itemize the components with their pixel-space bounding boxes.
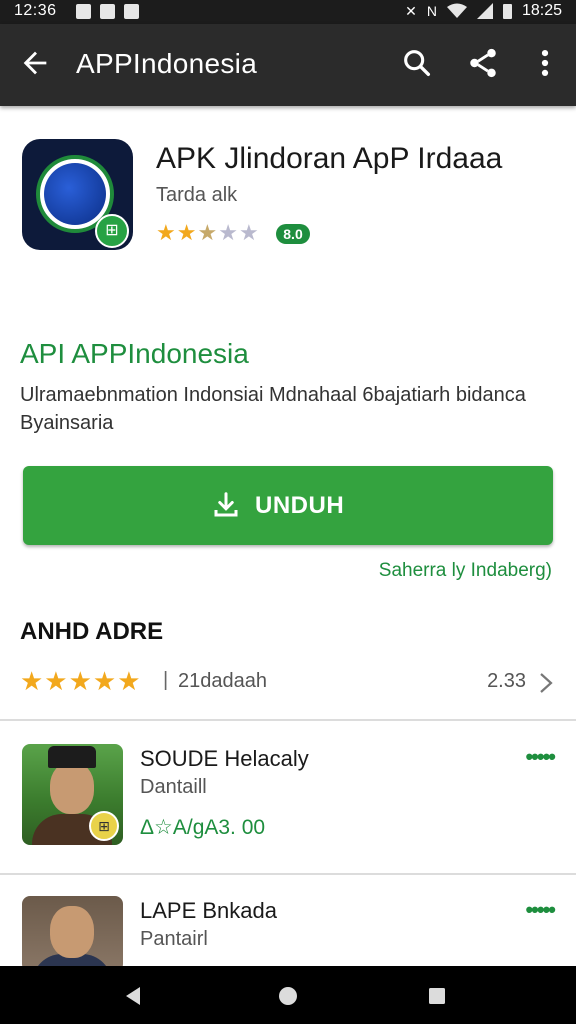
app-rating-stars: ★★★★★ (156, 220, 260, 246)
list-item-menu-icon[interactable]: ••••• (525, 897, 555, 923)
person-face (50, 762, 94, 814)
chevron-right-icon[interactable] (538, 672, 554, 694)
status-bar: 12:36 ✕ N 18:25 (0, 0, 576, 24)
app-developer[interactable]: Tarda alk (156, 184, 237, 207)
list-item-menu-icon[interactable]: ••••• (525, 744, 555, 770)
list-item-subtitle: Dantaill (140, 776, 207, 798)
section-heading: API APPIndonesia (20, 338, 249, 369)
app-icon: ⊞ (22, 139, 133, 250)
divider (0, 719, 576, 721)
toolbar-title: APPIndonesia (76, 48, 258, 79)
bluetooth-icon: ✕ (405, 2, 417, 19)
status-time: 12:36 (14, 2, 57, 19)
navigation-bar (0, 966, 576, 1024)
list-item-thumbnail[interactable] (22, 896, 123, 972)
reviews-count: 21dadaah (178, 670, 267, 692)
nav-recents-icon[interactable] (426, 985, 448, 1007)
search-icon[interactable] (400, 46, 434, 80)
download-icon (214, 492, 238, 517)
person-face (50, 906, 94, 958)
notification-icon (100, 4, 115, 19)
notification-icon (76, 4, 91, 19)
star-icon: ★ (238, 220, 260, 245)
battery-icon (502, 3, 512, 19)
install-button[interactable]: UNDUH (23, 466, 553, 545)
share-icon[interactable] (466, 46, 500, 80)
nav-home-icon[interactable] (277, 985, 299, 1007)
divider (0, 873, 576, 875)
app-toolbar: APPIndonesia (0, 24, 576, 106)
app-title: APK Jlindoran ApP Irdaaa (156, 142, 503, 175)
back-arrow-icon[interactable] (18, 46, 52, 80)
star-icon: ★ (218, 220, 239, 245)
list-item-price: Δ☆A/gA3. 00 (140, 816, 266, 839)
nav-back-icon[interactable] (122, 985, 144, 1007)
secondary-link[interactable]: Saherra ly Indaberg) (379, 560, 552, 582)
star-icon: ★ (156, 220, 177, 245)
cell-signal-icon (476, 3, 493, 19)
globe-icon (44, 163, 106, 225)
star-icon: ★ (176, 220, 198, 245)
notification-icon (124, 4, 139, 19)
reviews-stars: ★★★★★ (20, 666, 142, 696)
list-item-subtitle: Pantairl (140, 928, 208, 950)
person-cap (48, 746, 96, 768)
list-item-title[interactable]: LAPE Bnkada (140, 898, 277, 924)
wifi-icon (446, 3, 467, 18)
reviews-separator: | (163, 669, 169, 691)
reviews-heading: ANHD ADRE (20, 618, 164, 645)
more-vert-icon[interactable] (528, 46, 562, 80)
list-item-title[interactable]: SOUDE Helacaly (140, 746, 309, 772)
rating-badge: 8.0 (276, 224, 310, 244)
app-badge-icon: ⊞ (95, 214, 129, 248)
reviews-score: 2.33 (487, 670, 526, 692)
app-description: Ulramaebnmation Indonsiai Mdnahaal 6baja… (20, 384, 526, 434)
network-icon: N (426, 3, 437, 19)
status-icons: ✕ N 18:25 (405, 2, 562, 20)
install-button-label: UNDUH (255, 492, 345, 519)
star-icon: ★ (197, 220, 219, 245)
thumbnail-badge-icon: ⊞ (89, 811, 119, 841)
status-time-right: 18:25 (521, 2, 562, 19)
list-item-thumbnail[interactable]: ⊞ (22, 744, 123, 845)
